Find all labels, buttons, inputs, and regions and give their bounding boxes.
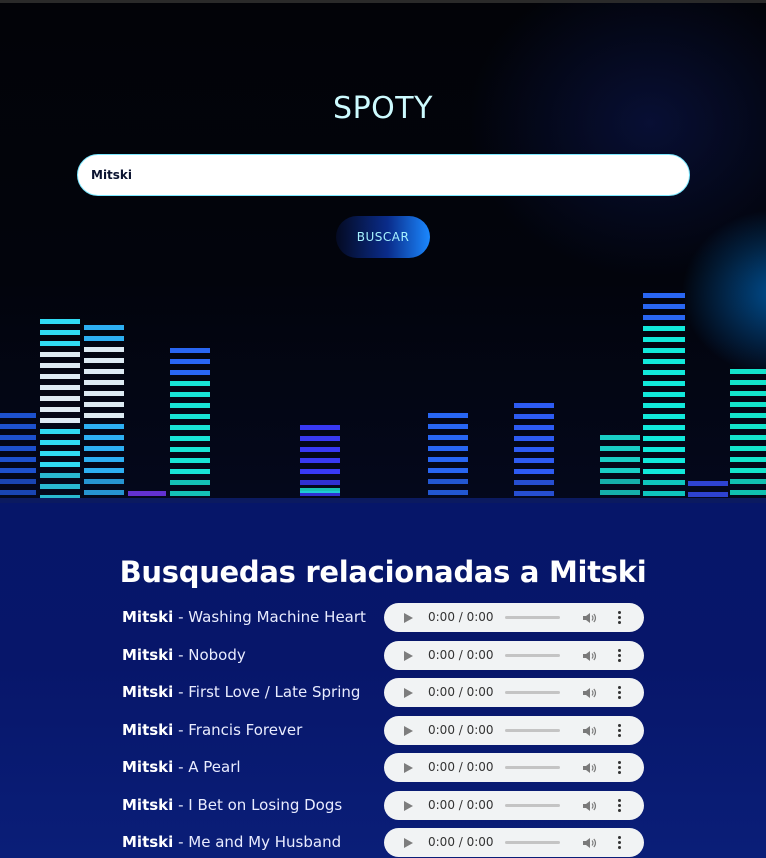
song-row: Mitski - Francis Forever 0:00 / 0:00	[0, 716, 766, 746]
volume-icon[interactable]	[583, 800, 597, 812]
song-label: Mitski - Francis Forever	[122, 721, 302, 739]
play-icon[interactable]	[404, 763, 413, 773]
audio-player[interactable]: 0:00 / 0:00	[384, 641, 644, 670]
play-icon[interactable]	[404, 726, 413, 736]
audio-progress-slider[interactable]	[505, 654, 560, 657]
hero-section: SPOTY BUSCAR	[0, 3, 766, 503]
song-title: Nobody	[188, 646, 246, 664]
volume-icon[interactable]	[583, 762, 597, 774]
play-icon[interactable]	[404, 651, 413, 661]
song-separator: -	[173, 758, 189, 776]
more-options-icon[interactable]	[618, 761, 622, 775]
song-artist: Mitski	[122, 796, 174, 814]
volume-icon[interactable]	[583, 612, 597, 624]
audio-player[interactable]: 0:00 / 0:00	[384, 603, 644, 632]
song-separator: -	[173, 721, 189, 739]
audio-progress-slider[interactable]	[505, 841, 560, 844]
volume-icon[interactable]	[583, 687, 597, 699]
song-label: Mitski - A Pearl	[122, 758, 241, 776]
more-options-icon[interactable]	[618, 724, 622, 738]
song-row: Mitski - Nobody 0:00 / 0:00	[0, 641, 766, 671]
volume-icon[interactable]	[583, 725, 597, 737]
audio-time: 0:00 / 0:00	[428, 798, 494, 812]
song-title: Me and My Husband	[188, 833, 342, 851]
volume-icon[interactable]	[583, 650, 597, 662]
audio-player[interactable]: 0:00 / 0:00	[384, 753, 644, 782]
app-title: SPOTY	[333, 91, 433, 126]
song-label: Mitski - Me and My Husband	[122, 833, 341, 851]
song-title: Francis Forever	[188, 721, 303, 739]
audio-time: 0:00 / 0:00	[428, 685, 494, 699]
audio-progress-slider[interactable]	[505, 616, 560, 619]
song-title: A Pearl	[188, 758, 241, 776]
more-options-icon[interactable]	[618, 686, 622, 700]
song-separator: -	[173, 833, 189, 851]
song-separator: -	[173, 683, 189, 701]
more-options-icon[interactable]	[618, 836, 622, 850]
song-artist: Mitski	[122, 758, 174, 776]
song-label: Mitski - I Bet on Losing Dogs	[122, 796, 342, 814]
more-options-icon[interactable]	[618, 799, 622, 813]
song-artist: Mitski	[122, 608, 174, 626]
search-button[interactable]: BUSCAR	[336, 216, 430, 258]
song-row: Mitski - Me and My Husband 0:00 / 0:00	[0, 828, 766, 858]
song-artist: Mitski	[122, 646, 174, 664]
play-icon[interactable]	[404, 613, 413, 623]
song-title: I Bet on Losing Dogs	[188, 796, 343, 814]
audio-time: 0:00 / 0:00	[428, 723, 494, 737]
song-title: First Love / Late Spring	[188, 683, 361, 701]
volume-icon[interactable]	[583, 837, 597, 849]
song-row: Mitski - Washing Machine Heart 0:00 / 0:0…	[0, 603, 766, 633]
audio-progress-slider[interactable]	[505, 691, 560, 694]
play-icon[interactable]	[404, 688, 413, 698]
audio-progress-slider[interactable]	[505, 804, 560, 807]
song-label: Mitski - First Love / Late Spring	[122, 683, 360, 701]
song-row: Mitski - A Pearl 0:00 / 0:00	[0, 753, 766, 783]
audio-time: 0:00 / 0:00	[428, 648, 494, 662]
song-artist: Mitski	[122, 721, 174, 739]
song-row: Mitski - I Bet on Losing Dogs 0:00 / 0:00	[0, 791, 766, 821]
more-options-icon[interactable]	[618, 649, 622, 663]
song-label: Mitski - Washing Machine Heart	[122, 608, 366, 626]
play-icon[interactable]	[404, 801, 413, 811]
results-section: Busquedas relacionadas a Mitski Mitski -…	[0, 503, 766, 858]
audio-player[interactable]: 0:00 / 0:00	[384, 716, 644, 745]
audio-progress-slider[interactable]	[505, 729, 560, 732]
audio-time: 0:00 / 0:00	[428, 610, 494, 624]
song-separator: -	[173, 608, 189, 626]
search-input[interactable]	[77, 154, 690, 196]
song-artist: Mitski	[122, 683, 174, 701]
audio-player[interactable]: 0:00 / 0:00	[384, 828, 644, 857]
song-title: Washing Machine Heart	[188, 608, 366, 626]
audio-player[interactable]: 0:00 / 0:00	[384, 678, 644, 707]
song-row: Mitski - First Love / Late Spring 0:00 / …	[0, 678, 766, 708]
more-options-icon[interactable]	[618, 611, 622, 625]
audio-progress-slider[interactable]	[505, 766, 560, 769]
audio-time: 0:00 / 0:00	[428, 760, 494, 774]
audio-time: 0:00 / 0:00	[428, 835, 494, 849]
song-label: Mitski - Nobody	[122, 646, 246, 664]
song-separator: -	[173, 796, 189, 814]
audio-player[interactable]: 0:00 / 0:00	[384, 791, 644, 820]
play-icon[interactable]	[404, 838, 413, 848]
results-heading: Busquedas relacionadas a Mitski	[119, 555, 647, 589]
song-artist: Mitski	[122, 833, 174, 851]
song-separator: -	[173, 646, 189, 664]
